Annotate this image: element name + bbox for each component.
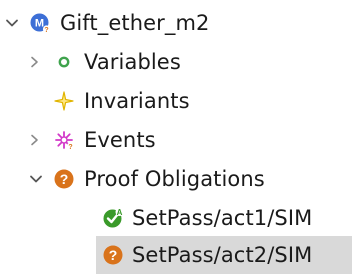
variables-label: Variables <box>84 50 181 74</box>
event-burst-icon: ? <box>53 129 75 151</box>
unproved-question-icon: ? <box>102 244 124 266</box>
invariants-label: Invariants <box>84 89 190 113</box>
svg-text:?: ? <box>109 247 118 263</box>
tree-item-variables[interactable]: Variables <box>0 43 352 81</box>
question-mark-icon: ? <box>53 168 75 190</box>
tree-item-machine[interactable]: M ? Gift_ether_m2 <box>0 4 352 42</box>
svg-text:?: ? <box>68 144 72 151</box>
invariant-star-icon <box>53 90 75 112</box>
tree-item-proof-obligations[interactable]: ? Proof Obligations <box>0 160 352 198</box>
chevron-right-icon[interactable] <box>26 54 42 70</box>
proved-check-icon: A <box>102 207 124 229</box>
svg-text:?: ? <box>44 27 48 34</box>
proof-obligations-label: Proof Obligations <box>84 167 265 191</box>
tree-item-po-act1[interactable]: A SetPass/act1/SIM <box>0 199 352 237</box>
svg-text:M: M <box>35 18 44 30</box>
chevron-right-icon[interactable] <box>26 132 42 148</box>
machine-label: Gift_ether_m2 <box>60 11 210 35</box>
tree-item-events[interactable]: ? Events <box>0 121 352 159</box>
chevron-down-icon[interactable] <box>4 15 20 31</box>
project-explorer-tree: M ? Gift_ether_m2 Variables Invariants ?… <box>0 0 352 274</box>
machine-m-icon: M ? <box>29 12 51 34</box>
variable-circle-icon <box>53 51 75 73</box>
po-act2-label: SetPass/act2/SIM <box>132 243 313 267</box>
po-act1-label: SetPass/act1/SIM <box>132 206 313 230</box>
chevron-down-icon[interactable] <box>28 171 44 187</box>
svg-text:A: A <box>117 208 123 217</box>
svg-text:?: ? <box>60 171 69 187</box>
tree-item-invariants[interactable]: Invariants <box>0 82 352 120</box>
tree-item-po-act2[interactable]: ? SetPass/act2/SIM <box>96 236 352 274</box>
events-label: Events <box>84 128 156 152</box>
